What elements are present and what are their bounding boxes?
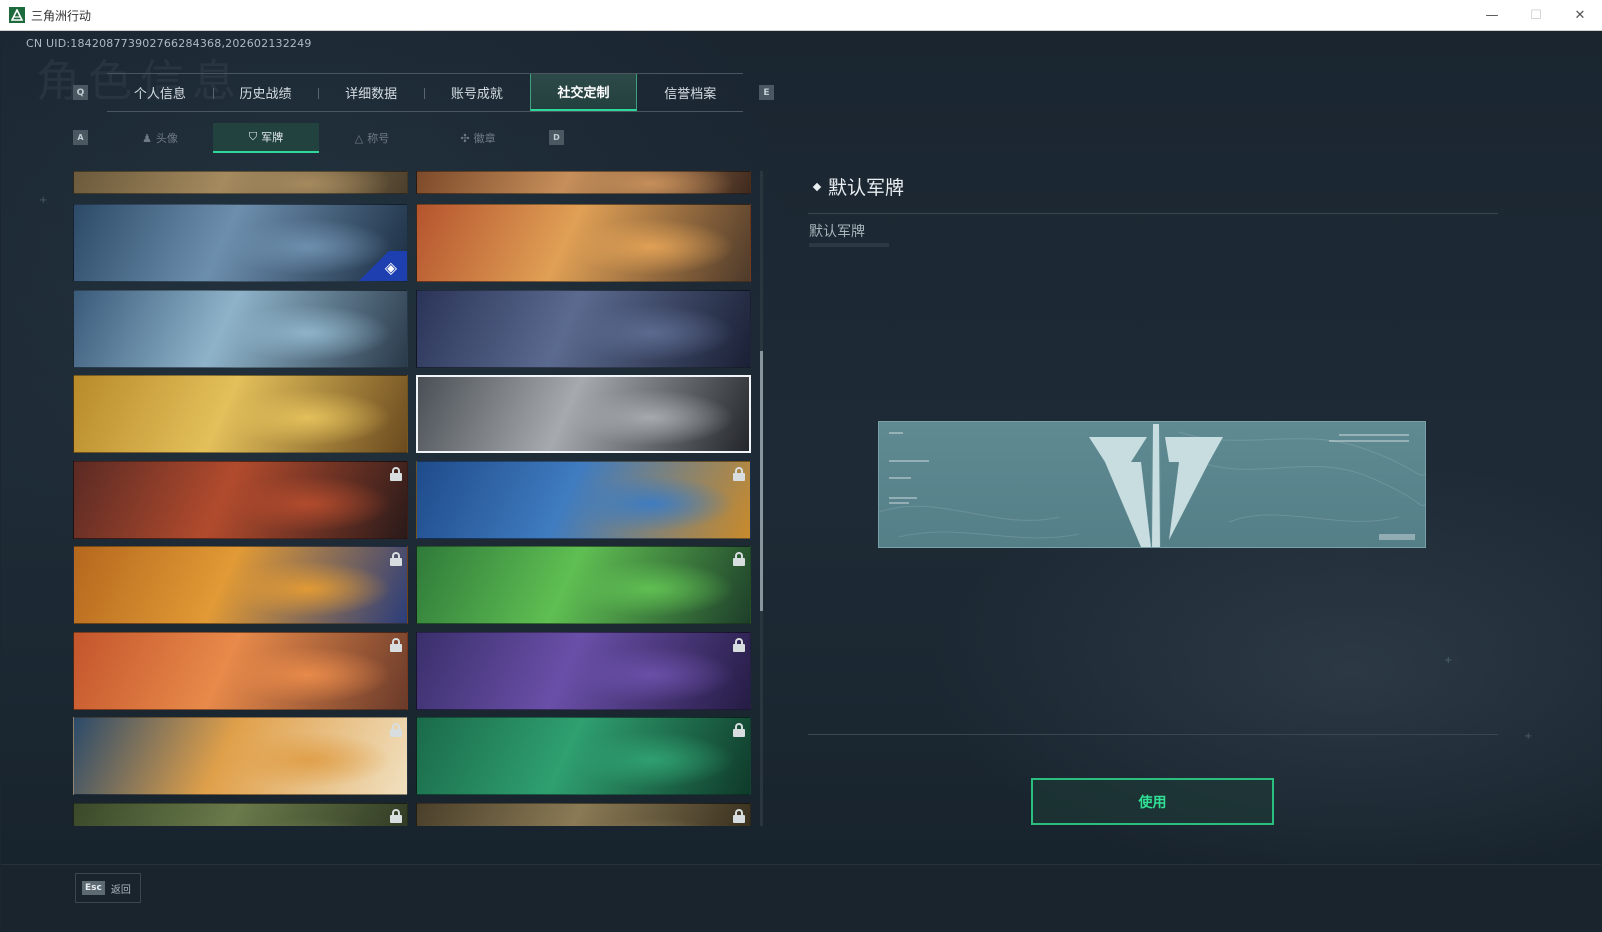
back-button[interactable]: Esc 返回 <box>75 873 141 903</box>
delta-logo-icon <box>1089 422 1223 547</box>
subtab-emblem[interactable]: ✣ 徽章 <box>425 123 531 153</box>
person-icon: ♟ <box>142 131 152 145</box>
subtab-next-key-hint[interactable]: D <box>549 130 564 145</box>
brand-mark-icon: ◈ <box>384 258 397 277</box>
detail-title: 默认军牌 <box>812 173 905 200</box>
title-icon: △ <box>354 131 364 145</box>
dogtag-card-selected[interactable] <box>416 375 751 453</box>
dogtag-card[interactable] <box>73 460 408 539</box>
crosshair-mark: + <box>1444 655 1453 666</box>
dogtag-card[interactable] <box>416 289 751 368</box>
detail-subtitle: 默认军牌 <box>809 224 865 240</box>
dogtag-card[interactable] <box>416 460 751 539</box>
grid-scrollbar-thumb[interactable] <box>760 351 763 611</box>
crosshair-mark: + <box>1524 731 1533 742</box>
dogtag-card[interactable] <box>73 289 408 368</box>
esc-key-hint: Esc <box>82 881 105 895</box>
dogtag-card[interactable] <box>73 802 408 826</box>
tab-match-history[interactable]: 历史战绩 <box>212 74 319 111</box>
emblem-icon: ✣ <box>460 131 470 145</box>
game-viewport: 角色信息 CN UID:18420877390276628436​8,20260… <box>1 31 1601 931</box>
close-button[interactable]: ✕ <box>1558 0 1602 31</box>
dogtag-card[interactable] <box>73 631 408 710</box>
lock-icon <box>733 637 745 652</box>
detail-divider-top <box>808 213 1498 214</box>
subtab-prev-key-hint[interactable]: A <box>73 130 88 145</box>
dogtag-card[interactable] <box>73 375 408 453</box>
dogtag-card[interactable] <box>416 546 751 624</box>
dogtag-grid: ◈ <box>73 171 753 826</box>
tab-credit-record[interactable]: 信誉档案 <box>637 74 743 111</box>
detail-faint-bar <box>809 243 889 247</box>
tab-profile[interactable]: 个人信息 <box>107 74 213 111</box>
dogtag-card[interactable] <box>73 171 408 194</box>
uid-label: CN UID:18420877390276628436​8,2026021322… <box>26 37 312 50</box>
dogtag-card[interactable] <box>73 546 408 624</box>
dogtag-card[interactable] <box>73 717 408 795</box>
window-title: 三角洲行动 <box>31 8 92 23</box>
lock-icon <box>390 466 402 481</box>
window-titlebar: 三角洲行动 — ☐ ✕ <box>0 0 1602 31</box>
crosshair-mark: + <box>39 195 48 206</box>
lock-icon <box>390 552 402 566</box>
tab-next-key-hint[interactable]: E <box>759 85 774 100</box>
subtab-title[interactable]: △ 称号 <box>319 123 425 153</box>
maximize-button[interactable]: ☐ <box>1514 0 1558 31</box>
bottom-bar <box>1 864 1601 931</box>
subtab-dogtag[interactable]: ⛉ 军牌 <box>213 123 319 153</box>
lock-icon <box>733 723 745 737</box>
lock-icon <box>733 466 745 481</box>
contour-pattern <box>879 422 1425 547</box>
dogtag-card[interactable] <box>416 171 751 194</box>
subtab-avatar-label: 头像 <box>155 132 178 145</box>
dogtag-card[interactable] <box>416 802 751 826</box>
sub-tab-bar: ♟ 头像 ⛉ 军牌 △ 称号 ✣ 徽章 <box>107 123 531 153</box>
dogtag-card[interactable] <box>416 717 751 795</box>
brand-corner <box>357 251 407 281</box>
use-button[interactable]: 使用 <box>1031 778 1274 825</box>
subtab-avatar[interactable]: ♟ 头像 <box>107 123 213 153</box>
tab-achievements[interactable]: 账号成就 <box>424 74 530 111</box>
lock-icon <box>390 637 402 652</box>
dogtag-preview <box>878 421 1426 548</box>
tab-social-customization[interactable]: 社交定制 <box>529 74 638 111</box>
badge-icon: ⛉ <box>248 130 258 143</box>
diamond-icon <box>812 182 822 191</box>
subtab-title-label: 称号 <box>367 132 390 145</box>
dogtag-card[interactable] <box>416 631 751 710</box>
app-logo-icon <box>9 7 25 23</box>
lock-icon <box>390 723 402 737</box>
dogtag-card[interactable]: ◈ <box>73 204 408 282</box>
lock-icon <box>733 808 745 823</box>
detail-title-text: 默认军牌 <box>828 177 905 199</box>
lock-icon <box>390 808 402 823</box>
tab-detailed-stats[interactable]: 详细数据 <box>318 74 424 111</box>
detail-divider-bottom <box>808 734 1498 735</box>
main-tab-bar: 个人信息 历史战绩 详细数据 账号成就 社交定制 信誉档案 <box>107 73 743 112</box>
minimize-button[interactable]: — <box>1470 0 1514 31</box>
lock-icon <box>733 552 745 566</box>
dogtag-card[interactable] <box>416 204 751 282</box>
subtab-dogtag-label: 军牌 <box>261 131 284 144</box>
tab-prev-key-hint[interactable]: Q <box>73 85 88 100</box>
back-label: 返回 <box>110 884 131 896</box>
subtab-emblem-label: 徽章 <box>473 132 496 145</box>
